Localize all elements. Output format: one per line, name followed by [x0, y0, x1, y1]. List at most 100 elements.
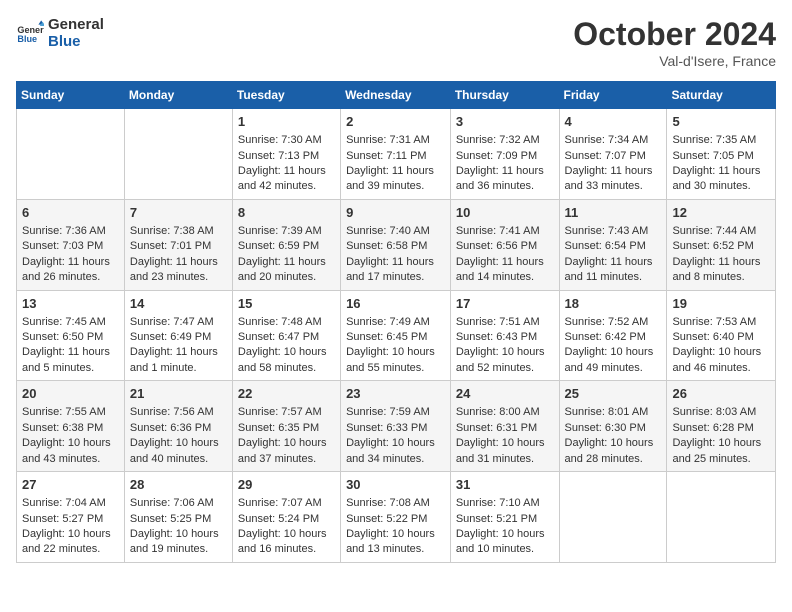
day-number: 12 — [672, 204, 770, 222]
day-number: 28 — [130, 476, 227, 494]
day-info-line: Daylight: 10 hours and 31 minutes. — [456, 436, 554, 467]
day-number: 15 — [238, 295, 335, 313]
calendar-cell: 28Sunrise: 7:06 AMSunset: 5:25 PMDayligh… — [124, 472, 232, 563]
day-info-line: Sunset: 6:28 PM — [672, 421, 770, 436]
calendar-cell: 2Sunrise: 7:31 AMSunset: 7:11 PMDaylight… — [341, 109, 451, 200]
day-info-line: Sunset: 6:33 PM — [346, 421, 445, 436]
day-number: 10 — [456, 204, 554, 222]
calendar-cell: 29Sunrise: 7:07 AMSunset: 5:24 PMDayligh… — [232, 472, 340, 563]
header-day-friday: Friday — [559, 82, 667, 109]
day-number: 7 — [130, 204, 227, 222]
day-info-line: Daylight: 10 hours and 22 minutes. — [22, 527, 119, 558]
day-number: 21 — [130, 385, 227, 403]
day-info-line: Sunrise: 7:51 AM — [456, 315, 554, 330]
calendar-week-row: 20Sunrise: 7:55 AMSunset: 6:38 PMDayligh… — [17, 381, 776, 472]
day-number: 2 — [346, 113, 445, 131]
calendar-cell: 7Sunrise: 7:38 AMSunset: 7:01 PMDaylight… — [124, 199, 232, 290]
calendar-cell: 24Sunrise: 8:00 AMSunset: 6:31 PMDayligh… — [450, 381, 559, 472]
day-info-line: Daylight: 10 hours and 40 minutes. — [130, 436, 227, 467]
day-info-line: Daylight: 10 hours and 19 minutes. — [130, 527, 227, 558]
day-number: 30 — [346, 476, 445, 494]
day-info-line: Sunrise: 7:10 AM — [456, 496, 554, 511]
day-number: 29 — [238, 476, 335, 494]
calendar-cell — [17, 109, 125, 200]
day-info-line: Sunset: 7:03 PM — [22, 239, 119, 254]
day-info-line: Sunrise: 7:48 AM — [238, 315, 335, 330]
day-info-line: Sunset: 7:11 PM — [346, 149, 445, 164]
calendar-cell: 6Sunrise: 7:36 AMSunset: 7:03 PMDaylight… — [17, 199, 125, 290]
day-info-line: Sunrise: 7:43 AM — [565, 224, 662, 239]
calendar-cell: 1Sunrise: 7:30 AMSunset: 7:13 PMDaylight… — [232, 109, 340, 200]
day-number: 9 — [346, 204, 445, 222]
calendar-cell: 26Sunrise: 8:03 AMSunset: 6:28 PMDayligh… — [667, 381, 776, 472]
calendar-cell: 31Sunrise: 7:10 AMSunset: 5:21 PMDayligh… — [450, 472, 559, 563]
day-info-line: Daylight: 11 hours and 17 minutes. — [346, 255, 445, 286]
day-info-line: Sunrise: 7:40 AM — [346, 224, 445, 239]
day-info-line: Daylight: 10 hours and 13 minutes. — [346, 527, 445, 558]
day-info-line: Daylight: 11 hours and 5 minutes. — [22, 345, 119, 376]
day-number: 13 — [22, 295, 119, 313]
day-info-line: Daylight: 10 hours and 49 minutes. — [565, 345, 662, 376]
calendar-cell: 15Sunrise: 7:48 AMSunset: 6:47 PMDayligh… — [232, 290, 340, 381]
calendar-cell: 8Sunrise: 7:39 AMSunset: 6:59 PMDaylight… — [232, 199, 340, 290]
day-info-line: Sunset: 5:21 PM — [456, 512, 554, 527]
day-info-line: Daylight: 11 hours and 23 minutes. — [130, 255, 227, 286]
day-number: 31 — [456, 476, 554, 494]
day-info-line: Daylight: 10 hours and 37 minutes. — [238, 436, 335, 467]
day-info-line: Sunrise: 7:47 AM — [130, 315, 227, 330]
day-info-line: Daylight: 10 hours and 55 minutes. — [346, 345, 445, 376]
calendar-cell: 20Sunrise: 7:55 AMSunset: 6:38 PMDayligh… — [17, 381, 125, 472]
day-number: 6 — [22, 204, 119, 222]
day-info-line: Sunset: 5:22 PM — [346, 512, 445, 527]
day-info-line: Daylight: 11 hours and 42 minutes. — [238, 164, 335, 195]
day-info-line: Sunrise: 7:04 AM — [22, 496, 119, 511]
calendar-cell: 14Sunrise: 7:47 AMSunset: 6:49 PMDayligh… — [124, 290, 232, 381]
day-info-line: Sunset: 6:58 PM — [346, 239, 445, 254]
calendar-cell: 17Sunrise: 7:51 AMSunset: 6:43 PMDayligh… — [450, 290, 559, 381]
day-info-line: Sunrise: 8:01 AM — [565, 405, 662, 420]
day-info-line: Sunrise: 7:31 AM — [346, 133, 445, 148]
day-info-line: Daylight: 11 hours and 14 minutes. — [456, 255, 554, 286]
location: Val-d'Isere, France — [573, 53, 776, 69]
header-day-thursday: Thursday — [450, 82, 559, 109]
calendar-cell: 13Sunrise: 7:45 AMSunset: 6:50 PMDayligh… — [17, 290, 125, 381]
day-info-line: Sunrise: 7:38 AM — [130, 224, 227, 239]
header-day-wednesday: Wednesday — [341, 82, 451, 109]
day-info-line: Sunset: 6:31 PM — [456, 421, 554, 436]
day-info-line: Sunset: 6:50 PM — [22, 330, 119, 345]
day-number: 19 — [672, 295, 770, 313]
month-title: October 2024 — [573, 16, 776, 53]
day-info-line: Sunset: 6:30 PM — [565, 421, 662, 436]
day-number: 22 — [238, 385, 335, 403]
logo-general: General — [48, 16, 104, 33]
day-info-line: Sunset: 7:05 PM — [672, 149, 770, 164]
day-info-line: Daylight: 11 hours and 8 minutes. — [672, 255, 770, 286]
title-block: October 2024 Val-d'Isere, France — [573, 16, 776, 69]
day-info-line: Daylight: 10 hours and 16 minutes. — [238, 527, 335, 558]
calendar-cell: 18Sunrise: 7:52 AMSunset: 6:42 PMDayligh… — [559, 290, 667, 381]
day-info-line: Sunset: 5:25 PM — [130, 512, 227, 527]
calendar-cell: 19Sunrise: 7:53 AMSunset: 6:40 PMDayligh… — [667, 290, 776, 381]
day-info-line: Sunrise: 7:34 AM — [565, 133, 662, 148]
calendar-cell — [124, 109, 232, 200]
header-day-monday: Monday — [124, 82, 232, 109]
day-number: 11 — [565, 204, 662, 222]
day-info-line: Daylight: 10 hours and 46 minutes. — [672, 345, 770, 376]
day-info-line: Daylight: 11 hours and 11 minutes. — [565, 255, 662, 286]
calendar-cell: 21Sunrise: 7:56 AMSunset: 6:36 PMDayligh… — [124, 381, 232, 472]
day-info-line: Sunset: 6:38 PM — [22, 421, 119, 436]
day-info-line: Daylight: 10 hours and 43 minutes. — [22, 436, 119, 467]
day-info-line: Daylight: 10 hours and 25 minutes. — [672, 436, 770, 467]
day-number: 20 — [22, 385, 119, 403]
calendar-cell — [559, 472, 667, 563]
day-info-line: Sunset: 5:24 PM — [238, 512, 335, 527]
day-info-line: Sunset: 6:56 PM — [456, 239, 554, 254]
calendar-cell: 9 Sunrise: 7:40 AMSunset: 6:58 PMDaylight… — [341, 199, 451, 290]
day-info-line: Sunrise: 7:36 AM — [22, 224, 119, 239]
day-info-line: Sunrise: 7:35 AM — [672, 133, 770, 148]
day-info-line: Sunrise: 7:08 AM — [346, 496, 445, 511]
day-info-line: Sunset: 6:42 PM — [565, 330, 662, 345]
day-number: 23 — [346, 385, 445, 403]
calendar-cell: 3Sunrise: 7:32 AMSunset: 7:09 PMDaylight… — [450, 109, 559, 200]
day-info-line: Sunrise: 7:41 AM — [456, 224, 554, 239]
